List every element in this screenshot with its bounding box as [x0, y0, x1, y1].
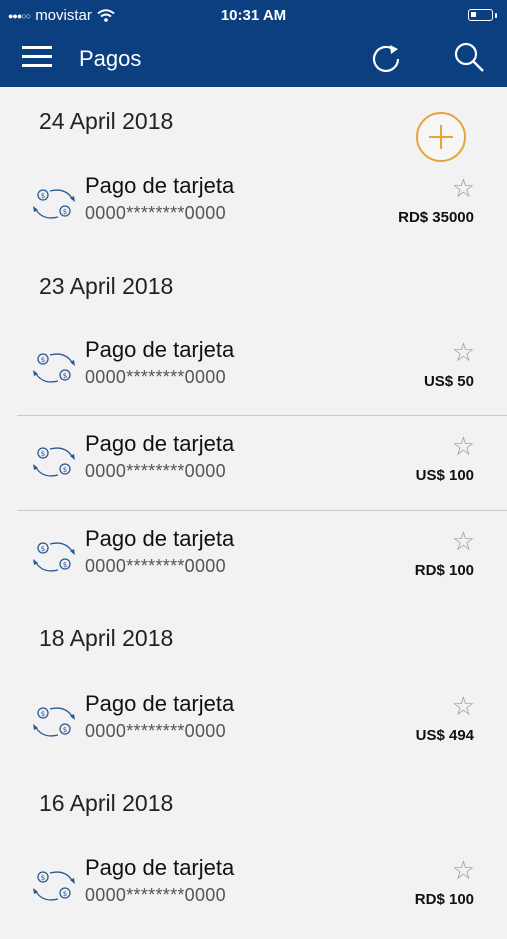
payment-row[interactable]: $ $ Pago de tarjeta 0000********0000 ☆ R…	[0, 845, 507, 939]
transfer-icon: $ $	[33, 707, 75, 737]
transfer-icon: $ $	[33, 189, 75, 219]
star-icon[interactable]: ☆	[452, 175, 475, 201]
refresh-icon[interactable]	[369, 41, 403, 75]
nav-bar: Pagos	[0, 30, 507, 87]
svg-text:$: $	[41, 450, 45, 458]
add-payment-button[interactable]	[416, 112, 466, 162]
star-icon[interactable]: ☆	[452, 857, 475, 883]
svg-text:$: $	[63, 561, 67, 569]
transfer-icon: $ $	[33, 447, 75, 477]
star-icon[interactable]: ☆	[452, 693, 475, 719]
svg-text:$: $	[41, 192, 45, 200]
star-icon[interactable]: ☆	[452, 339, 475, 365]
svg-text:$: $	[63, 208, 67, 216]
transfer-icon: $ $	[33, 353, 75, 383]
payment-row[interactable]: $ $ Pago de tarjeta 0000********0000 ☆ R…	[0, 516, 507, 610]
account-number: 0000********0000	[85, 461, 226, 481]
account-number: 0000********0000	[85, 367, 226, 387]
star-icon[interactable]: ☆	[452, 528, 475, 554]
payment-row[interactable]: $ $ Pago de tarjeta 0000********0000 ☆ R…	[0, 163, 507, 257]
svg-text:$: $	[63, 466, 67, 474]
svg-text:$: $	[41, 545, 45, 553]
transfer-icon: $ $	[33, 542, 75, 572]
clock: 10:31 AM	[220, 7, 287, 24]
payment-amount: RD$ 100	[414, 562, 474, 579]
account-number: 0000********0000	[85, 885, 226, 905]
payment-row[interactable]: $ $ Pago de tarjeta 0000********0000 ☆ U…	[0, 681, 507, 775]
svg-text:$: $	[63, 372, 67, 380]
star-icon[interactable]: ☆	[452, 433, 475, 459]
account-number: 0000********0000	[85, 556, 226, 576]
divider	[17, 415, 507, 416]
account-number: 0000********0000	[85, 203, 226, 223]
battery-icon	[468, 9, 497, 21]
payment-amount: US$ 494	[415, 727, 474, 744]
divider	[17, 510, 507, 511]
date-header: 16 April 2018	[39, 790, 174, 816]
menu-icon[interactable]	[22, 44, 52, 70]
payment-name: Pago de tarjeta	[85, 337, 235, 362]
search-icon[interactable]	[452, 41, 486, 75]
payment-row[interactable]: $ $ Pago de tarjeta 0000********0000 ☆ U…	[0, 421, 507, 515]
payment-amount: US$ 100	[415, 467, 474, 484]
svg-text:$: $	[63, 726, 67, 734]
payment-amount: US$ 50	[423, 373, 474, 390]
payments-list: 24 April 2018 $ $ Pago de tarjeta 0000**…	[0, 87, 507, 908]
payment-name: Pago de tarjeta	[85, 173, 235, 198]
payment-name: Pago de tarjeta	[85, 526, 235, 551]
payment-name: Pago de tarjeta	[85, 431, 235, 456]
status-bar: ●●●○○ movistar 10:31 AM	[0, 0, 507, 30]
payment-row[interactable]: $ $ Pago de tarjeta 0000********0000 ☆ U…	[0, 327, 507, 421]
payment-name: Pago de tarjeta	[85, 691, 235, 716]
payment-name: Pago de tarjeta	[85, 855, 235, 880]
date-header: 23 April 2018	[39, 273, 174, 299]
svg-text:$: $	[41, 356, 45, 364]
svg-text:$: $	[63, 890, 67, 898]
svg-text:$: $	[41, 874, 45, 882]
svg-text:$: $	[41, 710, 45, 718]
date-header: 24 April 2018	[39, 108, 174, 134]
page-title: Pagos	[79, 46, 142, 71]
account-number: 0000********0000	[85, 721, 226, 741]
payment-amount: RD$ 35000	[398, 209, 474, 226]
date-header: 18 April 2018	[39, 625, 174, 651]
transfer-icon: $ $	[33, 871, 75, 901]
